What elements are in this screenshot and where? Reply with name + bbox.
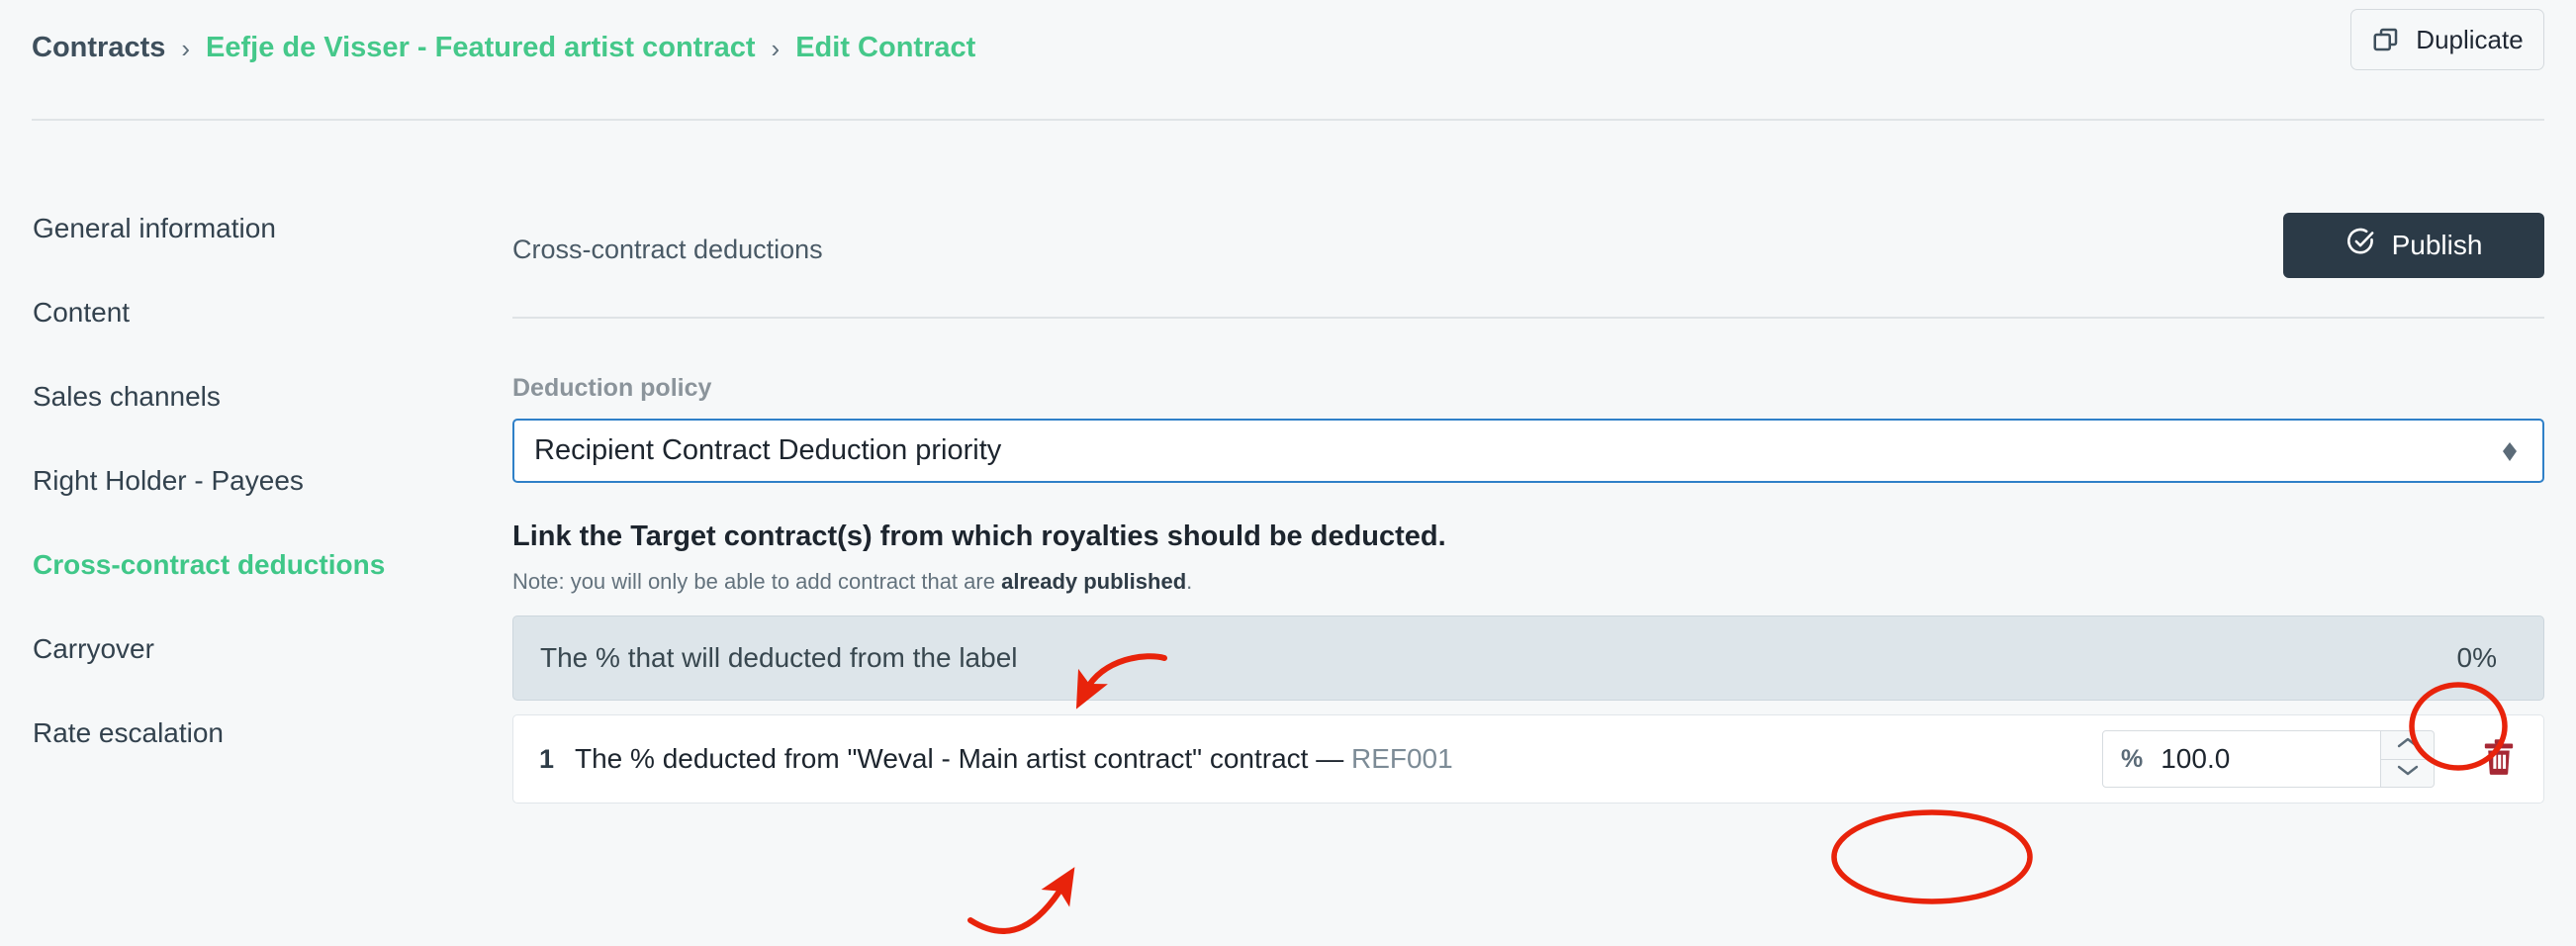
percentage-input[interactable]: % 100.0 [2102, 730, 2381, 788]
main-panel: Cross-contract deductions Publish Deduct… [512, 213, 2544, 804]
delete-row-button[interactable] [2476, 733, 2522, 785]
sidebar-item-cross-contract-deductions[interactable]: Cross-contract deductions [33, 549, 495, 601]
breadcrumb-contract[interactable]: Eefje de Visser - Featured artist contra… [206, 32, 756, 64]
publish-button-label: Publish [2391, 230, 2483, 260]
banner-label: The % that will deducted from the label [540, 642, 1018, 673]
section-note: Note: you will only be able to add contr… [512, 569, 2544, 595]
breadcrumb: Contracts › Eefje de Visser - Featured a… [32, 32, 975, 64]
copy-icon [2371, 25, 2401, 54]
stepper-up-button[interactable] [2381, 731, 2434, 760]
chevron-down-icon [2396, 763, 2420, 783]
section-heading: Link the Target contract(s) from which r… [512, 520, 1446, 552]
main-divider [512, 317, 2544, 319]
banner-percent-value: 0% [2456, 642, 2497, 673]
breadcrumb-current[interactable]: Edit Contract [795, 32, 975, 64]
breadcrumb-separator-1: › [181, 34, 191, 63]
publish-button[interactable]: Publish [2283, 213, 2544, 278]
table-row: 1 The % deducted from "Weval - Main arti… [512, 714, 2544, 804]
sidebar-item-general-information[interactable]: General information [33, 213, 495, 264]
stepper-down-button[interactable] [2381, 760, 2434, 788]
sidebar-item-right-holder-payees[interactable]: Right Holder - Payees [33, 465, 495, 517]
trash-icon [2482, 738, 2516, 781]
sidebar-item-content[interactable]: Content [33, 297, 495, 348]
row-description: The % deducted from "Weval - Main artist… [575, 743, 1453, 775]
page-root: Contracts › Eefje de Visser - Featured a… [0, 0, 2576, 946]
sidebar-item-label: Carryover [33, 633, 154, 664]
sidebar-item-label: General information [33, 213, 276, 243]
chevron-up-icon [2396, 735, 2420, 755]
sidebar-item-label: Cross-contract deductions [33, 549, 386, 580]
row-reference: REF001 [1350, 743, 1453, 774]
percentage-input-value: 100.0 [2161, 743, 2231, 774]
sidebar-item-label: Sales channels [33, 381, 221, 412]
deduction-policy-value: Recipient Contract Deduction priority [534, 434, 1002, 466]
main-header: Cross-contract deductions Publish [512, 213, 2544, 317]
sidebar-item-carryover[interactable]: Carryover [33, 633, 495, 685]
duplicate-button-label: Duplicate [2416, 24, 2524, 54]
breadcrumb-separator-2: › [771, 34, 781, 63]
deduction-policy-label: Deduction policy [512, 374, 712, 402]
page-title: Cross-contract deductions [512, 235, 823, 264]
percent-sign-icon: % [2121, 744, 2144, 773]
quantity-stepper[interactable] [2381, 730, 2435, 788]
row-description-text: The % deducted from "Weval - Main artist… [575, 743, 1351, 774]
sidebar: General information Content Sales channe… [0, 213, 495, 802]
deduction-policy-select[interactable]: Recipient Contract Deduction priority [512, 419, 2544, 483]
breadcrumb-root[interactable]: Contracts [32, 32, 165, 64]
section-note-prefix: Note: you will only be able to add contr… [512, 569, 1002, 594]
sidebar-item-label: Rate escalation [33, 717, 225, 748]
sidebar-item-label: Right Holder - Payees [33, 465, 304, 496]
row-index: 1 [539, 743, 555, 774]
section-note-suffix: . [1186, 569, 1193, 594]
top-divider [32, 119, 2544, 121]
sidebar-item-sales-channels[interactable]: Sales channels [33, 381, 495, 432]
section-note-bold: already published [1001, 569, 1187, 594]
arrow-to-row-text [967, 867, 1075, 934]
deduction-summary-banner: The % that will deducted from the label … [512, 615, 2544, 701]
check-circle-icon [2346, 227, 2376, 264]
top-bar: Contracts › Eefje de Visser - Featured a… [0, 0, 2576, 121]
duplicate-button[interactable]: Duplicate [2350, 9, 2544, 70]
sidebar-item-label: Content [33, 297, 131, 328]
select-arrows-icon [2497, 436, 2523, 466]
ellipse-around-row-percent [1831, 809, 2033, 904]
sidebar-item-rate-escalation[interactable]: Rate escalation [33, 717, 495, 769]
